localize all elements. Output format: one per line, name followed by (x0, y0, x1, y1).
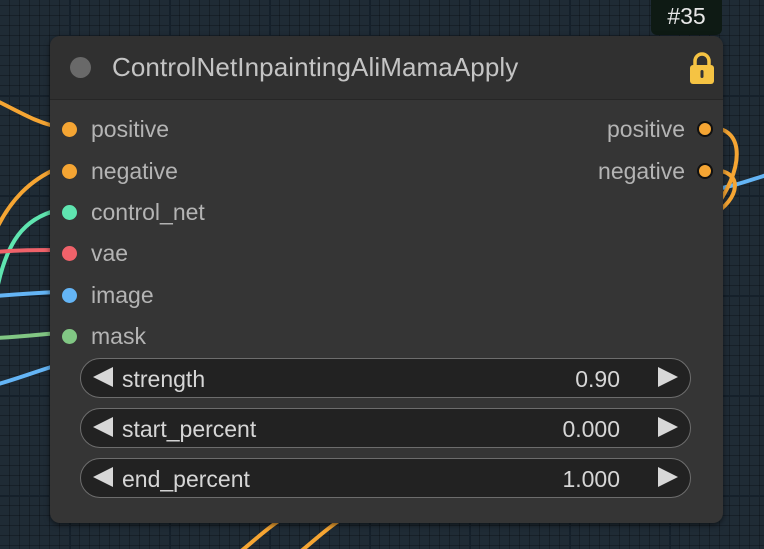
input-label: negative (91, 157, 178, 184)
input-label: mask (91, 322, 146, 349)
increment-arrow-icon[interactable] (658, 467, 678, 487)
input-slot-negative[interactable]: negative (62, 156, 178, 186)
input-slot-vae[interactable]: vae (62, 238, 128, 268)
circle-dot-icon[interactable] (70, 57, 91, 78)
input-label: control_net (91, 198, 205, 225)
widget-label: strength (122, 366, 206, 392)
decrement-arrow-icon[interactable] (93, 417, 113, 437)
wire-bottom-a (240, 518, 282, 549)
input-label: image (91, 281, 154, 308)
input-slot-control-net[interactable]: control_net (62, 197, 205, 227)
node-id-badge: #35 (651, 0, 722, 35)
end-percent-widget[interactable]: end_percent 1.000 (80, 458, 691, 498)
output-label: negative (598, 157, 685, 184)
input-slot-positive[interactable]: positive (62, 114, 169, 144)
input-connector-dot[interactable] (62, 121, 77, 137)
widget-label: end_percent (122, 466, 250, 492)
widget-value[interactable]: 0.000 (562, 416, 620, 443)
input-label: positive (91, 115, 169, 142)
decrement-arrow-icon[interactable] (93, 367, 113, 387)
input-slot-image[interactable]: image (62, 280, 154, 310)
wire-bottom-b (300, 518, 342, 549)
input-slot-mask[interactable]: mask (62, 321, 146, 351)
input-connector-dot[interactable] (62, 287, 77, 303)
increment-arrow-icon[interactable] (658, 367, 678, 387)
input-connector-dot[interactable] (62, 163, 77, 179)
strength-widget[interactable]: strength 0.90 (80, 358, 691, 398)
increment-arrow-icon[interactable] (658, 417, 678, 437)
output-connector-dot[interactable] (697, 121, 713, 137)
widget-value[interactable]: 1.000 (562, 466, 620, 493)
input-connector-dot[interactable] (62, 328, 77, 344)
output-slot-positive[interactable]: positive (607, 114, 713, 144)
lock-icon[interactable] (686, 50, 718, 86)
node-title-bar[interactable]: ControlNetInpaintingAliMamaApply (50, 36, 723, 100)
start-percent-widget[interactable]: start_percent 0.000 (80, 408, 691, 448)
input-connector-dot[interactable] (62, 245, 77, 261)
widget-label: start_percent (122, 416, 257, 442)
widget-value[interactable]: 0.90 (575, 366, 620, 393)
node-title: ControlNetInpaintingAliMamaApply (112, 52, 519, 82)
graph-canvas[interactable]: #35 ControlNetInpaintingAliMamaApply pos… (0, 0, 764, 549)
output-label: positive (607, 115, 685, 142)
decrement-arrow-icon[interactable] (93, 467, 113, 487)
input-connector-dot[interactable] (62, 204, 77, 220)
output-slot-negative[interactable]: negative (598, 156, 713, 186)
controlnet-inpainting-node[interactable]: ControlNetInpaintingAliMamaApply positiv… (50, 36, 723, 523)
output-connector-dot[interactable] (697, 163, 713, 179)
input-label: vae (91, 239, 129, 266)
